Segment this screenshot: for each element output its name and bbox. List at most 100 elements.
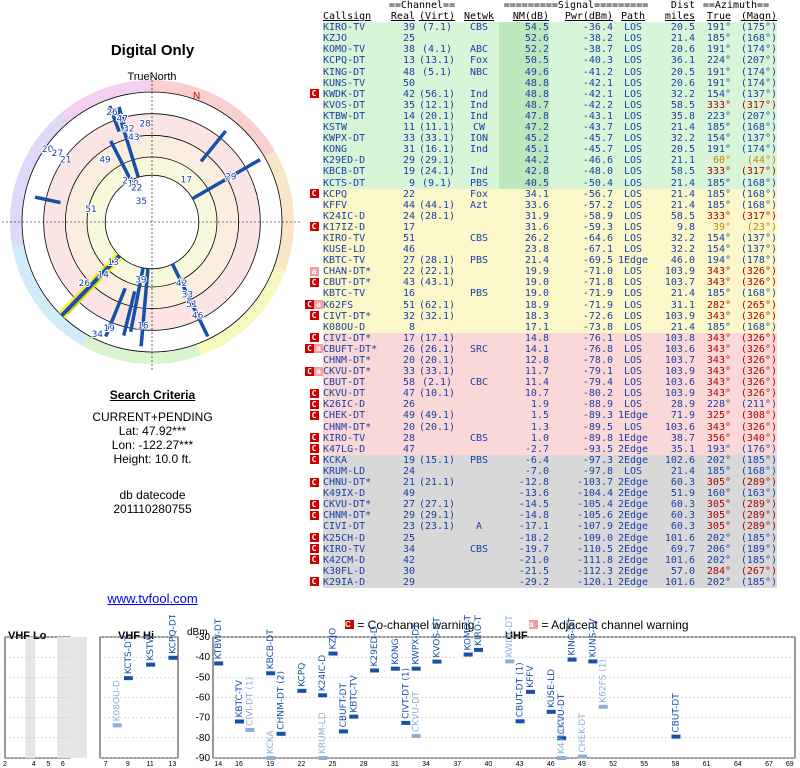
cell-true: 333° xyxy=(695,166,731,178)
cell-virt xyxy=(415,576,459,588)
table-row[interactable]: CHNM-DT* 20 (20.1) 1.3 -89.5 LOS 103.6 343° (326… xyxy=(305,421,777,433)
table-row[interactable]: KBCB-DT 19 (24.1) Ind 42.8 -48.0 LOS 58.5 333° (3… xyxy=(305,166,777,178)
table-row[interactable]: CBUT-DT 58 (2.1) CBC 11.4 -79.4 LOS 103.6 343° (3… xyxy=(305,377,777,389)
table-row[interactable]: C CHNU-DT* 21 (21.1) -12.8 -103.7 2Edge 60.3 305… xyxy=(305,477,777,489)
cell-magn: (163°) xyxy=(731,488,777,500)
cell-miles: 36.1 xyxy=(653,55,695,67)
table-row[interactable]: KUNS-TV 50 48.8 -42.1 LOS 20.6 191° (174°) xyxy=(305,77,777,89)
column-header-row: Callsign Real (Virt) Netwk NM(dB) Pwr(dB… xyxy=(305,11,777,23)
cell-magn: (317°) xyxy=(731,210,777,222)
radar-channel-label: 21 xyxy=(60,155,71,165)
cell-pwr: -36.4 xyxy=(549,22,613,34)
table-row[interactable]: a CHAN-DT* 22 (22.1) 19.9 -71.0 LOS 103.9 343° (3… xyxy=(305,266,777,278)
co-channel-warning-icon: C xyxy=(305,366,314,376)
channel-tick-label: 52 xyxy=(609,761,617,768)
table-row[interactable]: KSTW 11 (11.1) CW 47.2 -43.7 LOS 21.4 185° (168°) xyxy=(305,122,777,134)
cell-callsign: K17IZ-D xyxy=(323,221,385,233)
table-row[interactable]: K08OU-D 8 17.1 -73.8 LOS 21.4 185° (168°) xyxy=(305,321,777,333)
table-row[interactable]: KOMO-TV 38 (4.1) ABC 52.2 -38.7 LOS 20.6 191° (17… xyxy=(305,44,777,56)
cell-real: 50 xyxy=(385,77,415,89)
table-row[interactable]: CHNM-DT* 20 (20.1) 12.8 -78.0 LOS 103.7 343° (32… xyxy=(305,355,777,367)
table-row[interactable]: C CHEK-DT 49 (49.1) 1.5 -89.3 1Edge 71.9 325° (30… xyxy=(305,410,777,422)
cell-path: LOS xyxy=(613,33,653,45)
cell-netwk xyxy=(459,299,499,311)
cell-callsign: KWPX-DT xyxy=(323,133,385,145)
cell-path: 1Edge xyxy=(613,432,653,444)
cell-true: 191° xyxy=(695,66,731,78)
table-row[interactable]: CIVI-DT 23 (23.1) A -17.1 -107.9 2Edge 60.3 305°… xyxy=(305,521,777,533)
cell-netwk xyxy=(459,77,499,89)
table-row[interactable]: K49IX-D 49 -13.6 -104.4 2Edge 51.9 160° (163°) xyxy=(305,488,777,500)
site-link[interactable]: www.tvfool.com xyxy=(0,591,305,606)
table-row[interactable]: KIRO-TV 39 (7.1) CBS 54.5 -36.4 LOS 20.5 191° (17… xyxy=(305,22,777,34)
cell-true: 202° xyxy=(695,576,731,588)
cell-true: 224° xyxy=(695,55,731,67)
table-row[interactable]: K29ED-D 29 (29.1) 44.2 -46.6 LOS 21.1 60° (44°) xyxy=(305,155,777,167)
co-channel-warning-icon: C xyxy=(309,510,319,520)
cell-miles: 101.6 xyxy=(653,532,695,544)
table-row[interactable]: KZJO 25 52.6 -38.2 LOS 21.4 185° (168°) xyxy=(305,33,777,45)
table-row[interactable]: Ca CBUFT-DT* 26 (26.1) SRC 14.1 -76.8 LOS 103.6 3… xyxy=(305,343,777,355)
table-row[interactable]: KUSE-LD 46 23.8 -67.1 LOS 32.2 154° (137°) xyxy=(305,244,777,256)
cell-virt xyxy=(415,399,459,411)
table-row[interactable]: C CBUT-DT* 43 (43.1) 19.0 -71.8 LOS 103.7 343° (3… xyxy=(305,277,777,289)
cell-pwr: -73.8 xyxy=(549,321,613,333)
radar-channel-label: 14 xyxy=(98,270,110,280)
table-row[interactable]: Ca CKVU-DT* 33 (33.1) 11.7 -79.1 LOS 103.9 343°(… xyxy=(305,366,777,378)
table-row[interactable]: C KWDK-DT 42 (56.1) Ind 48.8 -42.1 LOS 32.2 154°(… xyxy=(305,88,777,100)
table-row[interactable]: K24IC-D 24 (28.1) 31.9 -58.9 LOS 58.5 333° (317°… xyxy=(305,210,777,222)
table-row[interactable]: C KCKA 19 (15.1) PBS -6.4 -97.3 2Edge 102.6 202°(… xyxy=(305,454,777,466)
table-row[interactable]: KCTS-DT 9 (9.1) PBS 40.5 -50.4 LOS 21.4 185° (168… xyxy=(305,177,777,189)
table-row[interactable]: Ca K62FS 51 (62.1) 18.9 -71.9 LOS 31.1 282° (265°… xyxy=(305,299,777,311)
cell-pwr: -43.7 xyxy=(549,122,613,134)
table-row[interactable]: C KIRO-TV 34 CBS -19.7 -110.5 2Edge 69.7 206° (18… xyxy=(305,543,777,555)
table-row[interactable]: KBTC-TV 16 PBS 19.0 -71.9 LOS 21.4 185° (168°) xyxy=(305,288,777,300)
table-row[interactable]: KCPQ-DT 13 (13.1) Fox 50.5 -40.3 LOS 36.1 224° (2… xyxy=(305,55,777,67)
table-row[interactable]: KWPX-DT 33 (33.1) ION 45.2 -45.7 LOS 32.2 154° (1… xyxy=(305,133,777,145)
cell-netwk xyxy=(459,465,499,478)
cell-netwk xyxy=(459,499,499,511)
table-row[interactable]: C K25CH-D 25 -18.2 -109.0 2Edge 101.6 202° (185°… xyxy=(305,532,777,544)
table-row[interactable]: KVOS-DT 35 (12.1) Ind 48.7 -42.2 LOS 58.5 333° (3… xyxy=(305,99,777,111)
table-row[interactable]: C K42CM-D 42 -21.0 -111.8 2Edge 101.6 202° (185°… xyxy=(305,554,777,566)
table-row[interactable]: K30FL-D 30 -21.5 -112.3 2Edge 57.0 284° (267°) xyxy=(305,565,777,577)
cell-path: LOS xyxy=(613,122,653,134)
cell-warning: Ca xyxy=(305,299,323,311)
cell-true: 343° xyxy=(695,388,731,400)
table-row[interactable]: C K26IC-D 26 1.9 -88.9 LOS 28.9 228° (211°) xyxy=(305,399,777,411)
group-signal: =========Signal========= xyxy=(499,0,653,12)
table-row[interactable]: KIRO-TV 51 CBS 26.2 -64.6 LOS 32.2 154° (137°) xyxy=(305,232,777,245)
table-row[interactable]: KING-DT 48 (5.1) NBC 49.6 -41.2 LOS 20.5 191° (17… xyxy=(305,66,777,78)
table-row[interactable]: C KCPQ 22 Fox 34.1 -56.7 LOS 21.4 185° (168°) xyxy=(305,188,777,200)
cell-virt: (33.1) xyxy=(415,133,459,145)
table-row[interactable]: KONG 31 (16.1) Ind 45.1 -45.7 LOS 20.5 191° (174°… xyxy=(305,144,777,156)
cell-pwr: -58.9 xyxy=(549,210,613,222)
radar-channel-label: 13 xyxy=(107,258,118,268)
cell-miles: 103.9 xyxy=(653,266,695,278)
cell-miles: 21.4 xyxy=(653,465,695,478)
cell-netwk: CBS xyxy=(459,543,499,555)
table-row[interactable]: C CKVU-DT* 27 (27.1) -14.5 -105.4 2Edge 60.3 305… xyxy=(305,499,777,511)
cell-netwk xyxy=(459,410,499,422)
table-row[interactable]: C K17IZ-D 17 31.6 -59.3 LOS 9.8 39° (23°) xyxy=(305,221,777,233)
cell-nm: -21.5 xyxy=(499,565,549,577)
table-row[interactable]: KRUM-LD 24 -7.0 -97.8 LOS 21.4 185° (168°) xyxy=(305,465,777,478)
table-row[interactable]: KTBW-DT 14 (20.1) Ind 47.8 -43.1 LOS 35.8 223° (2… xyxy=(305,110,777,123)
table-row[interactable]: KFFV 44 (44.1) Azt 33.6 -57.2 LOS 21.4 185° (168°… xyxy=(305,199,777,211)
cell-nm: 11.7 xyxy=(499,366,549,378)
cell-callsign: K62FS xyxy=(323,299,385,311)
cell-virt xyxy=(415,288,459,300)
cell-true: 356° xyxy=(695,432,731,444)
table-row[interactable]: KBTC-TV 27 (28.1) PBS 21.4 -69.5 1Edge 46.0 194°… xyxy=(305,255,777,267)
table-row[interactable]: C CHNM-DT* 29 (29.1) -14.8 -105.6 2Edge 60.3 305… xyxy=(305,510,777,522)
table-row[interactable]: C CIVI-DT* 17 (17.1) 14.8 -76.1 LOS 103.8 343° (3… xyxy=(305,332,777,344)
table-row[interactable]: C KIRO-TV 28 CBS 1.0 -89.8 1Edge 38.7 356° (340°) xyxy=(305,432,777,444)
table-row[interactable]: C K29IA-D 29 -29.2 -120.1 2Edge 101.6 202° (185°… xyxy=(305,576,777,588)
cell-virt: (9.1) xyxy=(415,177,459,189)
search-line-lon: Lon: -122.27*** xyxy=(111,438,194,452)
cell-nm: 1.0 xyxy=(499,432,549,444)
table-row[interactable]: C K47LG-D 47 -2.7 -93.5 2Edge 35.1 193° (176°) xyxy=(305,443,777,455)
table-row[interactable]: C CKVU-DT 47 (10.1) 10.7 -80.2 LOS 103.9 343° (32… xyxy=(305,388,777,400)
table-row[interactable]: C CIVT-DT* 32 (32.1) 18.3 -72.6 LOS 103.9 343° (3… xyxy=(305,310,777,322)
cell-pwr: -59.3 xyxy=(549,221,613,233)
